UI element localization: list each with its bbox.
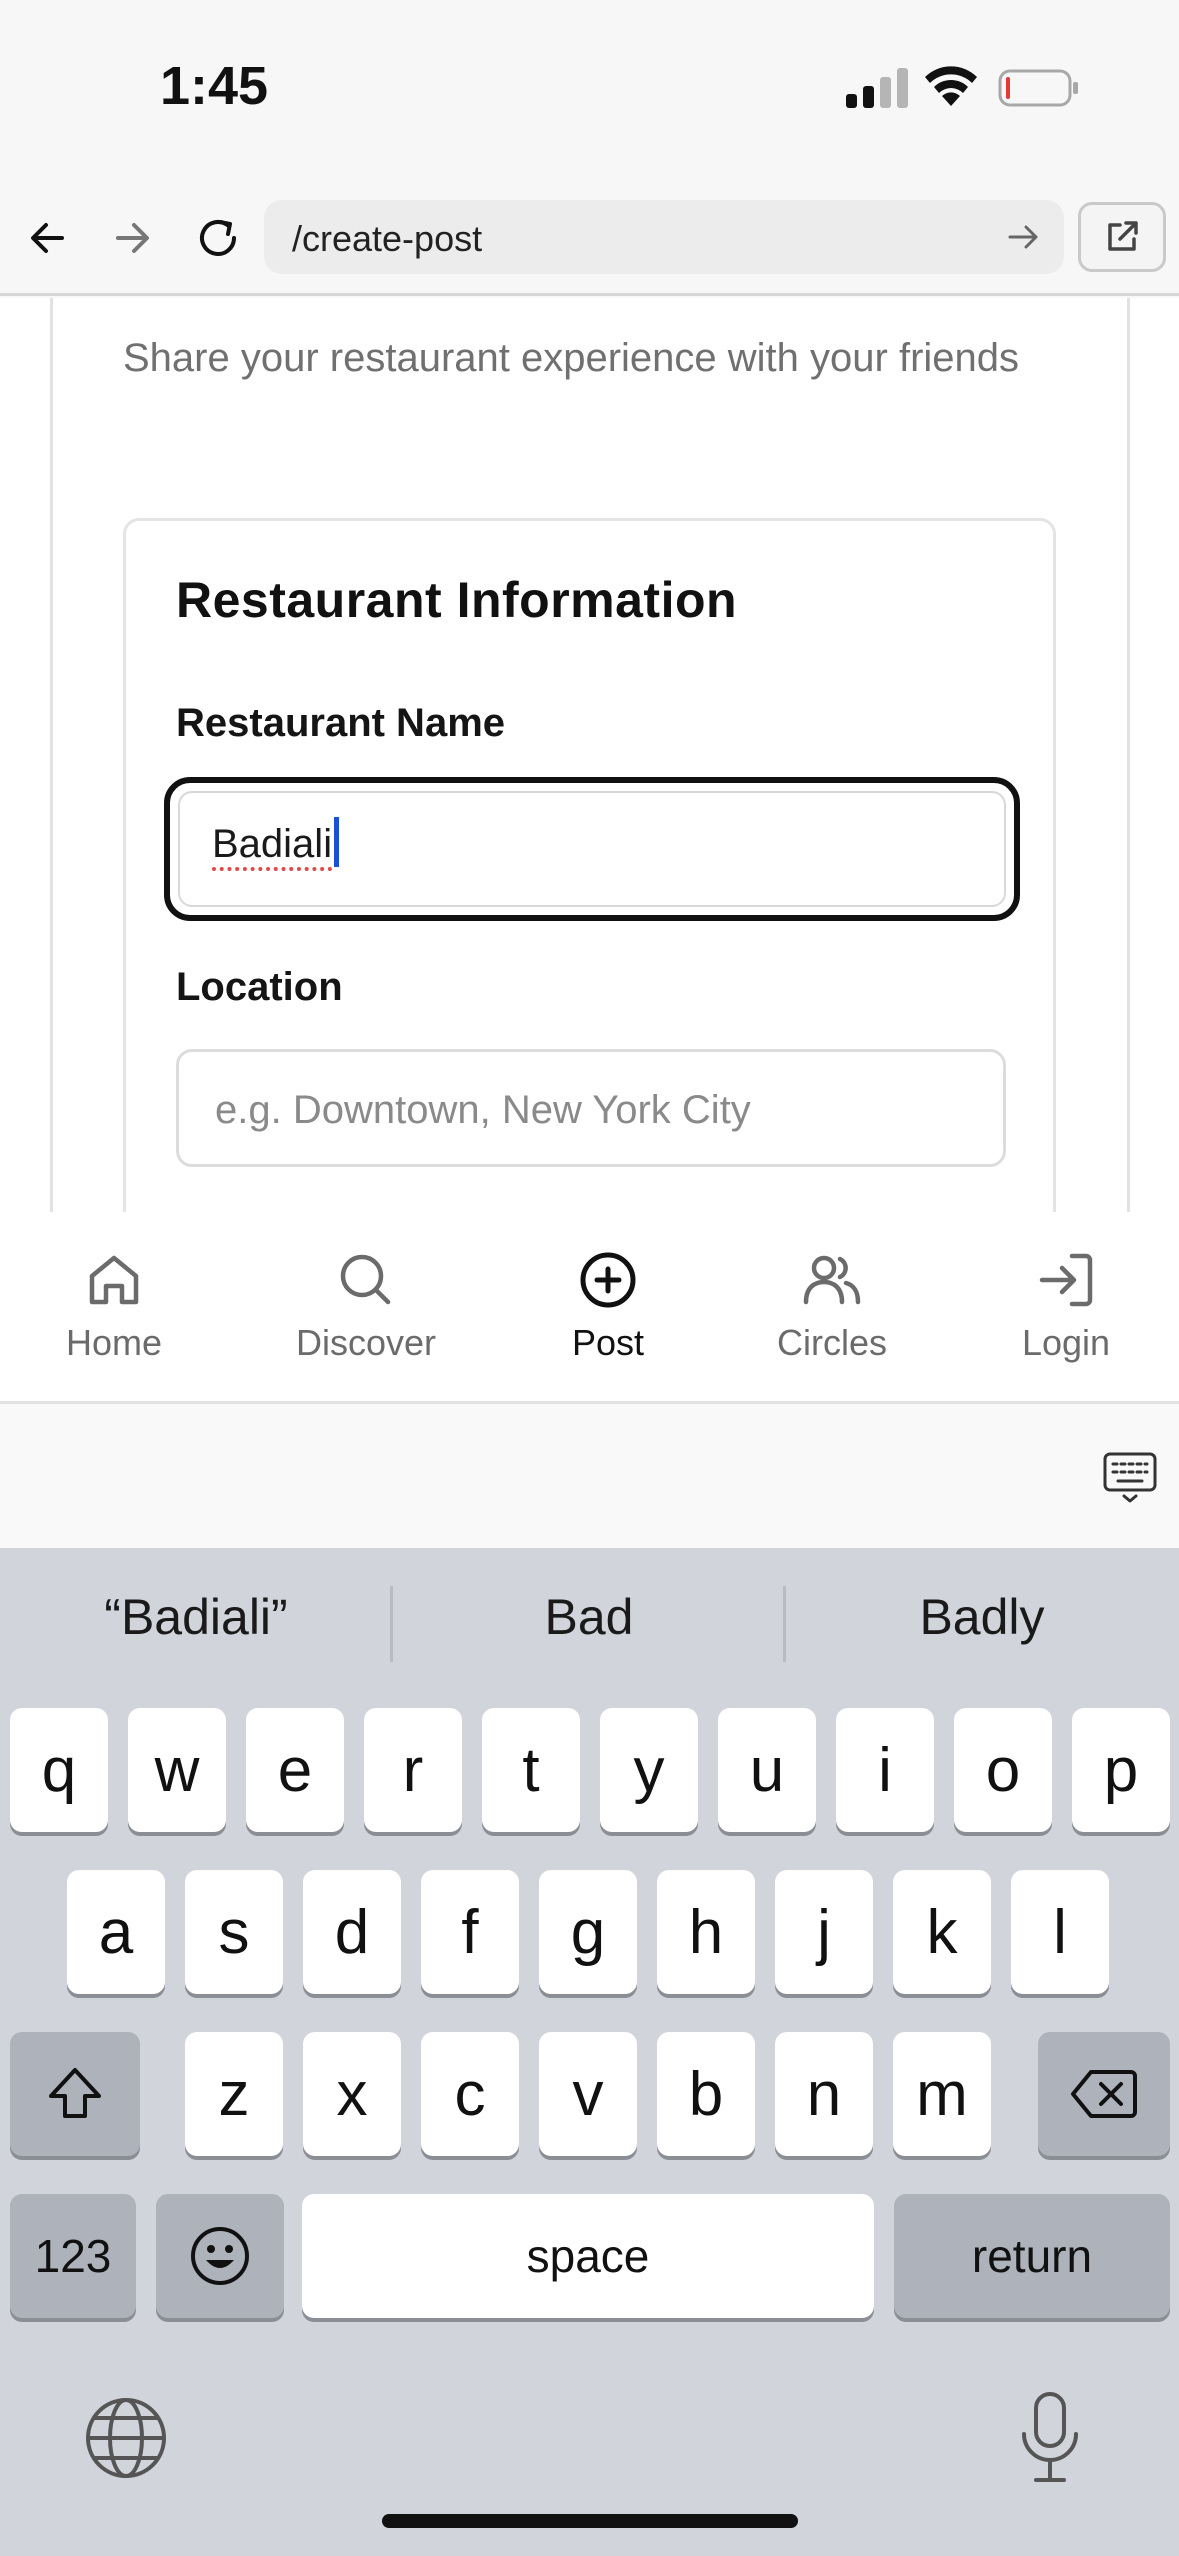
ios-keyboard: “Badiali” Bad Badly q w e r t y u i o p … xyxy=(0,1548,1179,2556)
delete-key[interactable] xyxy=(1038,2032,1170,2156)
shift-icon xyxy=(49,2068,101,2118)
key-b[interactable]: b xyxy=(657,2032,755,2156)
nav-label-discover: Discover xyxy=(295,1322,437,1363)
emoji-icon xyxy=(191,2227,249,2285)
nav-label-circles: Circles xyxy=(776,1322,887,1363)
suggestion-2[interactable]: Bad xyxy=(393,1588,785,1646)
bottom-navigation: Home Discover Post Circles Login xyxy=(0,1212,1179,1404)
status-time: 1:45 xyxy=(160,56,269,116)
arrow-right-icon xyxy=(116,223,149,253)
key-h[interactable]: h xyxy=(657,1870,755,1994)
key-e[interactable]: e xyxy=(246,1708,344,1832)
nav-label-login: Login xyxy=(1021,1322,1111,1363)
search-icon xyxy=(340,1254,391,1305)
key-g[interactable]: g xyxy=(539,1870,637,1994)
nav-label-home: Home xyxy=(65,1322,163,1363)
text-caret xyxy=(334,817,340,867)
arrow-left-icon xyxy=(31,223,64,253)
key-p[interactable]: p xyxy=(1072,1708,1170,1832)
key-a[interactable]: a xyxy=(67,1870,165,1994)
keyboard-accessory-bar xyxy=(0,1406,1179,1548)
open-external-button[interactable] xyxy=(1078,202,1166,272)
browser-toolbar: /create-post xyxy=(0,180,1179,296)
nav-item-discover[interactable]: Discover xyxy=(266,1248,466,1364)
nav-item-home[interactable]: Home xyxy=(14,1248,214,1364)
globe-icon[interactable] xyxy=(84,2396,168,2480)
key-c[interactable]: c xyxy=(421,2032,519,2156)
battery-icon xyxy=(998,69,1078,107)
location-placeholder: e.g. Downtown, New York City xyxy=(215,1088,751,1132)
reload-button[interactable] xyxy=(190,210,246,266)
key-t[interactable]: t xyxy=(482,1708,580,1832)
key-m[interactable]: m xyxy=(893,2032,991,2156)
keyboard-dismiss-icon[interactable] xyxy=(1102,1450,1158,1506)
url-text: /create-post xyxy=(292,218,483,259)
return-key[interactable]: return xyxy=(894,2194,1170,2318)
cellular-signal-icon xyxy=(846,68,908,108)
numbers-key[interactable]: 123 xyxy=(10,2194,136,2318)
backspace-icon xyxy=(1071,2070,1137,2118)
key-k[interactable]: k xyxy=(893,1870,991,1994)
key-r[interactable]: r xyxy=(364,1708,462,1832)
external-link-icon xyxy=(1108,221,1138,251)
page-subtitle: Share your restaurant experience with yo… xyxy=(123,336,1020,380)
login-icon xyxy=(1039,1253,1093,1307)
users-icon xyxy=(803,1255,861,1305)
emoji-key[interactable] xyxy=(156,2194,284,2318)
back-button[interactable] xyxy=(20,210,76,266)
location-input[interactable]: e.g. Downtown, New York City xyxy=(176,1049,1006,1167)
shift-key[interactable] xyxy=(10,2032,140,2156)
forward-button[interactable] xyxy=(104,210,160,266)
key-o[interactable]: o xyxy=(954,1708,1052,1832)
nav-item-login[interactable]: Login xyxy=(966,1248,1166,1364)
key-i[interactable]: i xyxy=(836,1708,934,1832)
location-label: Location xyxy=(176,965,343,1009)
key-j[interactable]: j xyxy=(775,1870,873,1994)
key-d[interactable]: d xyxy=(303,1870,401,1994)
nav-item-circles[interactable]: Circles xyxy=(732,1248,932,1364)
key-l[interactable]: l xyxy=(1011,1870,1109,1994)
key-x[interactable]: x xyxy=(303,2032,401,2156)
key-s[interactable]: s xyxy=(185,1870,283,1994)
card-title: Restaurant Information xyxy=(176,572,738,628)
nav-label-post: Post xyxy=(571,1322,645,1363)
nav-item-post[interactable]: Post xyxy=(508,1248,708,1364)
restaurant-info-card: Restaurant Information Restaurant Name B… xyxy=(123,518,1056,1212)
plus-circle-icon xyxy=(580,1252,636,1308)
key-u[interactable]: u xyxy=(718,1708,816,1832)
restaurant-name-label: Restaurant Name xyxy=(176,701,506,745)
status-bar: 1:45 xyxy=(0,0,1179,180)
suggestion-1[interactable]: “Badiali” xyxy=(0,1588,392,1646)
reload-icon xyxy=(200,220,236,256)
restaurant-name-input[interactable]: Badiali xyxy=(164,777,1020,921)
create-post-page: Share your restaurant experience with yo… xyxy=(0,298,1179,1212)
microphone-icon[interactable] xyxy=(1014,2390,1086,2486)
key-n[interactable]: n xyxy=(775,2032,873,2156)
suggestion-3[interactable]: Badly xyxy=(786,1588,1178,1646)
key-y[interactable]: y xyxy=(600,1708,698,1832)
space-key[interactable]: space xyxy=(302,2194,874,2318)
wifi-icon xyxy=(925,66,977,106)
home-icon xyxy=(89,1255,139,1305)
key-z[interactable]: z xyxy=(185,2032,283,2156)
key-v[interactable]: v xyxy=(539,2032,637,2156)
url-bar[interactable]: /create-post xyxy=(264,200,1064,274)
key-q[interactable]: q xyxy=(10,1708,108,1832)
restaurant-name-value: Badiali xyxy=(212,817,340,867)
home-indicator xyxy=(382,2514,798,2528)
key-w[interactable]: w xyxy=(128,1708,226,1832)
go-arrow-icon[interactable] xyxy=(1004,218,1042,256)
key-f[interactable]: f xyxy=(421,1870,519,1994)
restaurant-name-text: Badiali xyxy=(212,822,333,866)
